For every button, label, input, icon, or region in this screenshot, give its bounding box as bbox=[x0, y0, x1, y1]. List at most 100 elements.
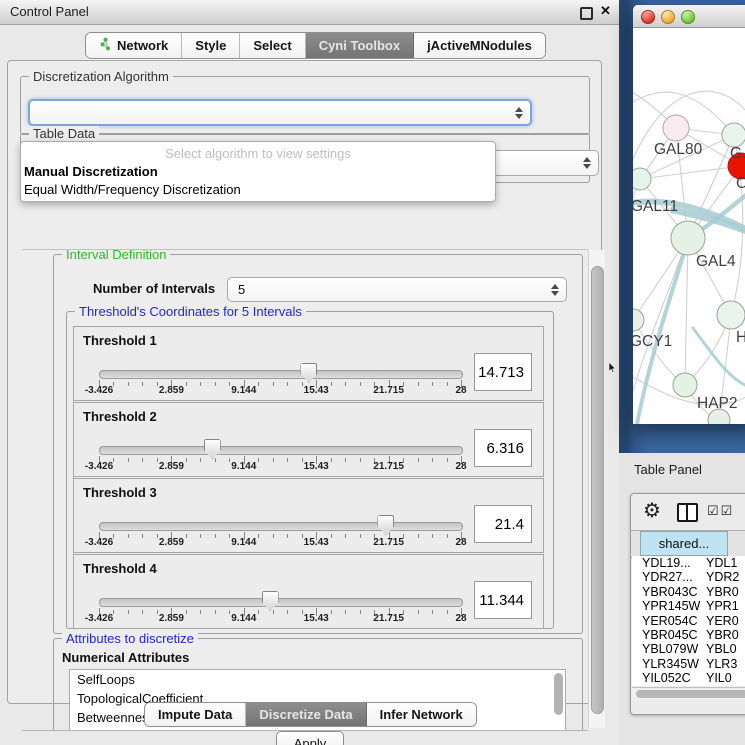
tick-label: 9.144 bbox=[214, 385, 274, 396]
tab-infer-network[interactable]: Infer Network bbox=[367, 703, 476, 726]
network-edge[interactable] bbox=[633, 179, 640, 290]
close-traffic-light-icon[interactable] bbox=[641, 10, 655, 24]
column-header-shared-name[interactable]: shared... bbox=[640, 531, 728, 556]
cell-name: YPR1 bbox=[706, 599, 739, 613]
settings-scroll-area: Interval Definition Number of Intervals … bbox=[22, 249, 588, 731]
apply-button[interactable]: Apply bbox=[276, 731, 344, 745]
tab-discretize-data[interactable]: Discretize Data bbox=[246, 703, 366, 726]
tick-label: 21.715 bbox=[359, 537, 419, 548]
network-node[interactable] bbox=[663, 115, 689, 141]
tab-label: Network bbox=[117, 38, 168, 53]
panel-scrollbar-thumb[interactable] bbox=[591, 266, 604, 714]
tick-label: 15.43 bbox=[286, 537, 346, 548]
network-node[interactable] bbox=[633, 168, 651, 190]
network-window-titlebar[interactable] bbox=[633, 5, 745, 28]
cell-shared-name: YLR345W bbox=[642, 657, 699, 671]
tab-network[interactable]: Network bbox=[86, 33, 182, 58]
table-row[interactable]: YBR043CYBR0 bbox=[632, 585, 745, 599]
table-row[interactable]: YBR045CYBR0 bbox=[632, 628, 745, 642]
algorithm-combo[interactable] bbox=[28, 99, 532, 126]
list-scrollbar-thumb[interactable] bbox=[554, 673, 563, 715]
split-column-icon[interactable] bbox=[677, 503, 698, 522]
numerical-attributes-label: Numerical Attributes bbox=[62, 650, 189, 665]
combo-stepper-icon[interactable] bbox=[551, 284, 559, 296]
threshold-value-box[interactable]: 6.316 bbox=[474, 429, 532, 467]
discretization-algorithm-title: Discretization Algorithm bbox=[29, 69, 173, 84]
checkbox-icons[interactable]: ☑☑ bbox=[707, 503, 734, 519]
tab-jactivemnodules[interactable]: jActiveMNodules bbox=[414, 33, 545, 58]
algorithm-dropdown-popup: Select algorithm to view settings Manual… bbox=[20, 141, 496, 202]
tick-label: 15.43 bbox=[286, 461, 346, 472]
tab-style[interactable]: Style bbox=[182, 33, 240, 58]
tick-label: -3.426 bbox=[69, 385, 129, 396]
panel-scrollbar[interactable] bbox=[588, 250, 605, 728]
table-row[interactable]: YPR145WYPR1 bbox=[632, 599, 745, 613]
table-row[interactable]: YLR345WYLR3 bbox=[632, 657, 745, 671]
network-canvas[interactable]: GAL80G.CGAL11GAL4GCY1HHAP2 bbox=[633, 28, 745, 424]
cyni-toolbox-panel: Discretization Algorithm Table Data galF… bbox=[7, 60, 602, 704]
column-header-name[interactable]: na bbox=[728, 531, 745, 556]
zoom-traffic-light-icon[interactable] bbox=[681, 10, 695, 24]
network-node-label: GAL80 bbox=[654, 141, 703, 158]
slider-track[interactable] bbox=[99, 522, 463, 531]
tab-select[interactable]: Select bbox=[240, 33, 305, 58]
threshold-value-box[interactable]: 11.344 bbox=[474, 581, 532, 619]
slider-track[interactable] bbox=[99, 598, 463, 607]
threshold-row: Threshold 3-3.4262.8599.14415.4321.71528… bbox=[73, 478, 544, 553]
tab-impute-data[interactable]: Impute Data bbox=[145, 703, 246, 726]
cell-name: YDR2 bbox=[706, 570, 739, 584]
close-icon[interactable]: ✕ bbox=[600, 3, 611, 19]
threshold-value-box[interactable]: 21.4 bbox=[474, 505, 532, 543]
slider-track[interactable] bbox=[99, 370, 463, 379]
tab-label: jActiveMNodules bbox=[427, 38, 532, 53]
tab-label: Select bbox=[253, 38, 291, 53]
network-view-window[interactable]: GAL80G.CGAL11GAL4GCY1HHAP2 bbox=[633, 5, 745, 424]
popup-hint: Select algorithm to view settings bbox=[21, 146, 495, 161]
network-node-label: GAL4 bbox=[696, 253, 736, 270]
list-item-selfloops[interactable]: SelfLoops bbox=[70, 670, 565, 689]
table-hscrollbar-thumb[interactable] bbox=[636, 690, 745, 698]
combo-stepper-icon[interactable] bbox=[583, 157, 591, 169]
network-node[interactable] bbox=[717, 301, 745, 329]
menu-item-equal-width-frequency[interactable]: Equal Width/Frequency Discretization bbox=[24, 182, 241, 197]
tab-label: Style bbox=[195, 38, 226, 53]
combo-stepper-icon[interactable] bbox=[515, 107, 523, 119]
tab-cyni-toolbox[interactable]: Cyni Toolbox bbox=[306, 33, 414, 58]
gear-icon[interactable]: ⚙ bbox=[643, 498, 661, 524]
slider-track[interactable] bbox=[99, 446, 463, 455]
network-node-label: GAL11 bbox=[633, 198, 678, 215]
network-node[interactable] bbox=[671, 221, 705, 255]
cell-shared-name: YBR043C bbox=[642, 585, 698, 599]
float-window-icon[interactable] bbox=[580, 7, 593, 20]
table-row[interactable]: YER054C YER0 bbox=[632, 614, 745, 628]
number-of-intervals-label: Number of Intervals bbox=[93, 281, 215, 296]
interval-definition-title: Interval Definition bbox=[62, 249, 170, 262]
tick-label: 2.859 bbox=[141, 537, 201, 548]
table-panel-window: ⚙ ☑☑ shared... na YDL19...YDL1YDR27...YD… bbox=[630, 493, 745, 715]
network-icon bbox=[99, 37, 112, 54]
minimize-traffic-light-icon[interactable] bbox=[661, 10, 675, 24]
threshold-row: Threshold 1-3.4262.8599.14415.4321.71528… bbox=[73, 326, 544, 401]
cell-name: YER0 bbox=[706, 614, 739, 628]
table-panel-region: Table Panel ⚙ ☑☑ shared... na YDL19...YD… bbox=[619, 453, 745, 745]
network-node[interactable] bbox=[633, 309, 644, 331]
tick-label: 15.43 bbox=[286, 385, 346, 396]
number-of-intervals-combo[interactable]: 5 bbox=[227, 277, 567, 302]
table-row[interactable]: YDL19...YDL1 bbox=[632, 556, 745, 570]
table-row[interactable]: YBL079WYBL0 bbox=[632, 642, 745, 656]
tick-label: 9.144 bbox=[214, 461, 274, 472]
cell-shared-name: YER054C bbox=[642, 614, 698, 628]
table-row[interactable]: YIL052CYIL0 bbox=[632, 671, 745, 685]
threshold-value-box[interactable]: 14.713 bbox=[474, 353, 532, 391]
table-data-title: Table Data bbox=[29, 126, 99, 141]
cell-name: YDL1 bbox=[706, 556, 737, 570]
menu-item-manual-discretization[interactable]: Manual Discretization bbox=[24, 164, 158, 179]
network-edge[interactable] bbox=[685, 238, 688, 385]
threshold-label: Threshold 3 bbox=[83, 485, 157, 500]
network-node[interactable] bbox=[722, 123, 745, 147]
table-hscrollbar[interactable] bbox=[632, 687, 745, 700]
table-row[interactable]: YDR27...YDR2 bbox=[632, 570, 745, 584]
network-node[interactable] bbox=[673, 373, 697, 397]
tick-label: 2.859 bbox=[141, 613, 201, 624]
window-title: Control Panel bbox=[10, 4, 89, 19]
